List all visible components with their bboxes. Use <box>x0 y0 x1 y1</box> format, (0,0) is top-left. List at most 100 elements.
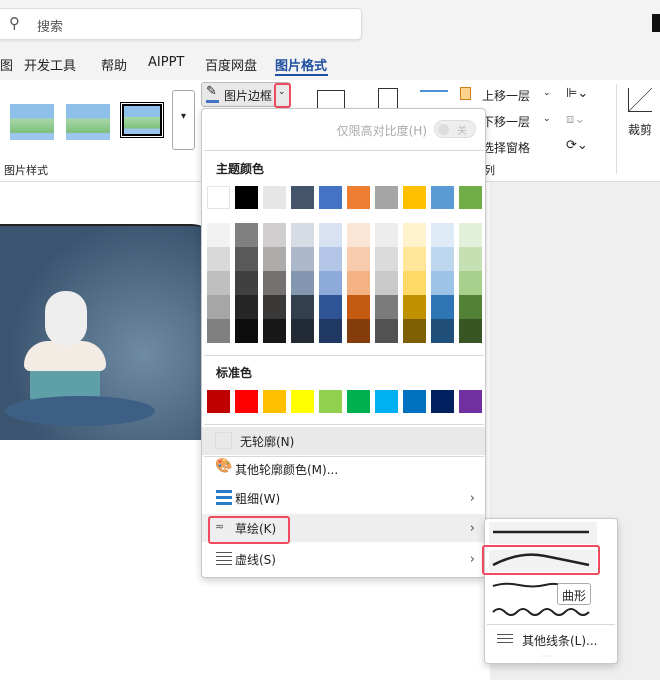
color-swatch[interactable] <box>347 186 370 209</box>
shade-swatch[interactable] <box>207 271 230 295</box>
chevron-down-icon[interactable]: ⌄ <box>543 114 551 124</box>
shade-swatch[interactable] <box>207 223 230 247</box>
shade-swatch[interactable] <box>263 247 286 271</box>
standard-color-swatch[interactable] <box>319 390 342 413</box>
send-backward-button[interactable]: 下移一层 <box>482 113 530 130</box>
color-swatch[interactable] <box>235 186 258 209</box>
search-box[interactable]: ⚲ 搜索 <box>0 8 362 40</box>
alt-text-icon[interactable] <box>317 90 345 110</box>
standard-color-swatch[interactable] <box>459 390 482 413</box>
wrap-text-icon[interactable] <box>420 90 448 110</box>
color-swatch[interactable] <box>207 186 230 209</box>
tab-help[interactable]: 帮助 <box>101 55 127 74</box>
shade-swatch[interactable] <box>207 295 230 319</box>
standard-color-swatch[interactable] <box>403 390 426 413</box>
color-swatch[interactable] <box>431 186 454 209</box>
shade-swatch[interactable] <box>375 319 398 343</box>
chevron-down-icon[interactable]: ⌄ <box>543 88 551 98</box>
standard-color-swatch[interactable] <box>235 390 258 413</box>
shade-swatch[interactable] <box>431 223 454 247</box>
shade-swatch[interactable] <box>375 247 398 271</box>
shade-swatch[interactable] <box>431 247 454 271</box>
shade-swatch[interactable] <box>319 271 342 295</box>
shade-swatch[interactable] <box>263 319 286 343</box>
shade-swatch[interactable] <box>263 271 286 295</box>
selection-pane-button[interactable]: 选择窗格 <box>482 139 530 156</box>
shade-swatch[interactable] <box>291 295 314 319</box>
resize-grip[interactable]: ···· <box>541 652 551 661</box>
shade-swatch[interactable] <box>459 319 482 343</box>
standard-color-swatch[interactable] <box>207 390 230 413</box>
shade-swatch[interactable] <box>207 247 230 271</box>
shade-swatch[interactable] <box>235 271 258 295</box>
picture-style-1[interactable] <box>10 104 54 140</box>
shade-swatch[interactable] <box>263 295 286 319</box>
bring-forward-button[interactable]: 上移一层 <box>482 87 530 104</box>
color-swatch[interactable] <box>459 186 482 209</box>
standard-color-swatch[interactable] <box>431 390 454 413</box>
tab-aippt[interactable]: AIPPT <box>148 55 184 70</box>
tab-picture-format[interactable]: 图片格式 <box>275 55 327 74</box>
shade-swatch[interactable] <box>291 319 314 343</box>
shade-swatch[interactable] <box>459 271 482 295</box>
picture-style-2[interactable] <box>66 104 110 140</box>
menu-item-weight[interactable]: 粗细(W) › <box>202 484 485 512</box>
rotate-icon[interactable]: ⟳⌄ <box>566 138 588 153</box>
tab-view[interactable]: 图 <box>0 55 13 74</box>
shade-swatch[interactable] <box>319 247 342 271</box>
shade-swatch[interactable] <box>459 247 482 271</box>
color-swatch[interactable] <box>319 186 342 209</box>
shade-swatch[interactable] <box>291 271 314 295</box>
shade-swatch[interactable] <box>375 295 398 319</box>
color-swatch[interactable] <box>375 186 398 209</box>
shade-swatch[interactable] <box>235 247 258 271</box>
window-control[interactable] <box>652 14 660 32</box>
high-contrast-toggle[interactable]: 关 <box>434 120 476 138</box>
shade-swatch[interactable] <box>291 247 314 271</box>
shade-swatch[interactable] <box>431 295 454 319</box>
menu-item-no-outline[interactable]: 无轮廓(N) <box>202 427 485 455</box>
shade-swatch[interactable] <box>431 271 454 295</box>
standard-color-swatch[interactable] <box>263 390 286 413</box>
shade-swatch[interactable] <box>347 295 370 319</box>
shade-swatch[interactable] <box>235 319 258 343</box>
shade-swatch[interactable] <box>347 223 370 247</box>
color-swatch[interactable] <box>263 186 286 209</box>
shade-swatch[interactable] <box>263 223 286 247</box>
shade-swatch[interactable] <box>207 319 230 343</box>
group-icon[interactable]: ⧈⌄ <box>566 112 585 127</box>
shade-swatch[interactable] <box>459 223 482 247</box>
align-icon[interactable]: ⊫⌄ <box>566 86 588 101</box>
shade-swatch[interactable] <box>459 295 482 319</box>
styles-more-button[interactable]: ▾ <box>172 90 195 150</box>
shade-swatch[interactable] <box>235 223 258 247</box>
document-picture[interactable] <box>0 224 205 440</box>
tab-baidu-netdisk[interactable]: 百度网盘 <box>205 55 257 74</box>
standard-color-swatch[interactable] <box>375 390 398 413</box>
standard-color-swatch[interactable] <box>347 390 370 413</box>
menu-item-more-lines[interactable]: 其他线条(L)... <box>485 629 617 651</box>
shade-swatch[interactable] <box>347 247 370 271</box>
shade-swatch[interactable] <box>375 271 398 295</box>
shade-swatch[interactable] <box>403 247 426 271</box>
tab-developer[interactable]: 开发工具 <box>24 55 76 74</box>
shade-swatch[interactable] <box>319 295 342 319</box>
crop-button[interactable]: 裁剪 <box>628 121 652 138</box>
shade-swatch[interactable] <box>319 319 342 343</box>
shade-swatch[interactable] <box>347 271 370 295</box>
shade-swatch[interactable] <box>375 223 398 247</box>
shade-swatch[interactable] <box>291 223 314 247</box>
crop-icon[interactable] <box>628 88 652 112</box>
color-swatch[interactable] <box>403 186 426 209</box>
shade-swatch[interactable] <box>403 223 426 247</box>
shade-swatch[interactable] <box>403 319 426 343</box>
menu-item-more-colors[interactable]: 🎨 其他轮廓颜色(M)... <box>202 454 485 482</box>
shade-swatch[interactable] <box>347 319 370 343</box>
shade-swatch[interactable] <box>319 223 342 247</box>
shade-swatch[interactable] <box>235 295 258 319</box>
color-swatch[interactable] <box>291 186 314 209</box>
menu-item-dashes[interactable]: 虚线(S) › <box>202 545 485 573</box>
shade-swatch[interactable] <box>403 271 426 295</box>
picture-style-3[interactable] <box>120 102 164 138</box>
shade-swatch[interactable] <box>403 295 426 319</box>
